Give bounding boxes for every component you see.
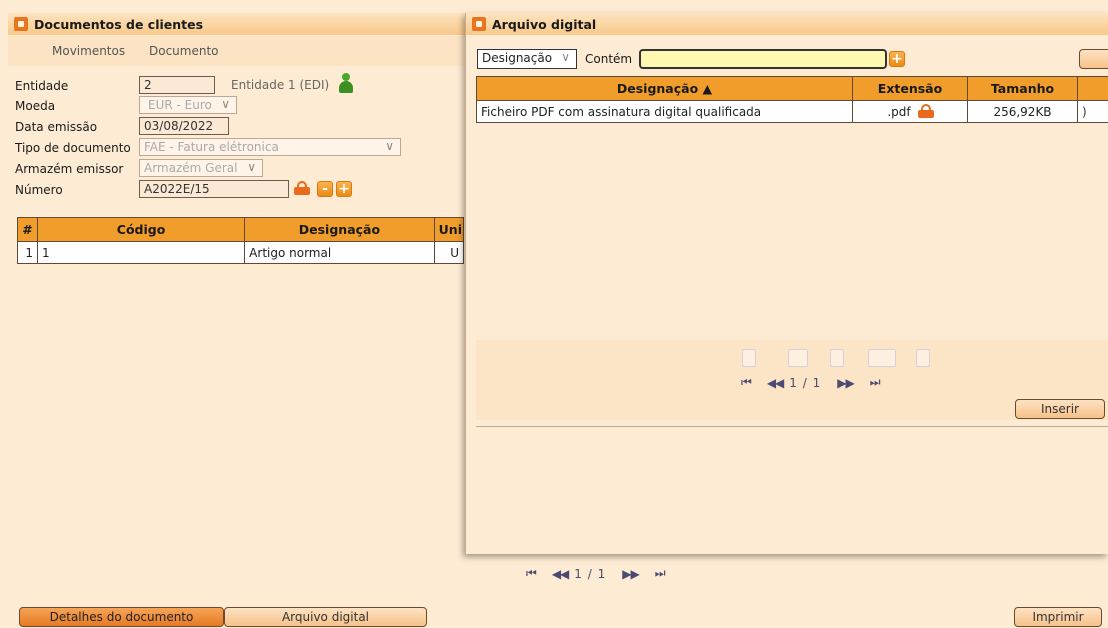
cell-number: 1 — [17, 241, 38, 264]
col-number[interactable]: # — [17, 217, 38, 242]
dialog-title-bar: Arquivo digital — [466, 13, 1108, 35]
minus-button[interactable]: - — [317, 181, 333, 197]
tab-arquivo-digital[interactable]: Arquivo digital — [224, 607, 427, 627]
numero-input[interactable]: A2022E/15 — [139, 180, 289, 198]
print-button[interactable]: Imprimir — [1014, 607, 1102, 627]
cell-unidade: U — [433, 241, 465, 264]
files-next-page-icon[interactable]: ▶▶ — [837, 376, 854, 390]
filter-field-select[interactable]: Designação — [477, 49, 577, 69]
col-file-extra — [1077, 76, 1108, 101]
filter-search-input[interactable] — [639, 49, 887, 69]
user-icon — [339, 73, 353, 93]
arquivo-digital-dialog: Arquivo digital Designação Contém + Desi… — [465, 13, 1108, 554]
files-pager: ⏮ ◀◀ 1 / 1 ▶▶ ⏭ — [741, 375, 896, 390]
filter-add-button[interactable]: + — [889, 51, 905, 67]
table-row[interactable]: Ficheiro PDF com assinatura digital qual… — [476, 100, 1108, 123]
moeda-label: Moeda — [15, 99, 56, 113]
cell-codigo: 1 — [36, 241, 246, 264]
tipo-documento-label: Tipo de documento — [15, 141, 131, 155]
cell-file-designacao: Ficheiro PDF com assinatura digital qual… — [476, 100, 853, 123]
moeda-select[interactable]: EUR - Euro — [139, 96, 237, 114]
table-row[interactable]: 1 1 Artigo normal U — [17, 241, 465, 264]
cell-file-extensao: .pdf — [852, 100, 968, 123]
tab-detalhes-documento[interactable]: Detalhes do documento — [19, 607, 224, 627]
col-codigo[interactable]: Código — [36, 217, 246, 242]
plus-button[interactable]: + — [336, 181, 352, 197]
page-next-icon — [868, 349, 896, 367]
page-current-icon — [830, 349, 844, 367]
files-page-indicator: 1 / 1 — [789, 375, 822, 390]
dialog-title: Arquivo digital — [492, 16, 597, 32]
files-last-page-icon[interactable]: ⏭ — [870, 375, 881, 390]
next-page-icon[interactable]: ▶▶ — [622, 567, 639, 581]
page-last-icon — [916, 349, 930, 367]
last-page-icon[interactable]: ⏭ — [655, 566, 666, 581]
dialog-divider — [476, 426, 1108, 427]
filter-contains-label: Contém — [585, 52, 633, 66]
lines-pager: ⏮ ◀◀ 1 / 1 ▶▶ ⏭ — [526, 566, 681, 581]
files-table-header: Designação ▲ Extensão Tamanho — [476, 76, 1108, 101]
menu-item-documento[interactable]: Documento — [149, 44, 219, 58]
window-icon — [14, 17, 28, 31]
cell-file-tamanho: 256,92KB — [967, 100, 1078, 123]
col-designacao[interactable]: Designação — [244, 217, 435, 242]
page-indicator: 1 / 1 — [574, 566, 607, 581]
first-page-icon[interactable]: ⏮ — [526, 566, 537, 581]
signed-lock-icon — [918, 104, 934, 118]
col-file-designacao[interactable]: Designação ▲ — [476, 76, 853, 101]
col-unidade[interactable]: Uni — [433, 217, 465, 242]
lines-table: # Código Designação Uni 1 1 Artigo norma… — [17, 217, 465, 264]
tipo-documento-select[interactable]: FAE - Fatura elétronica — [139, 138, 401, 156]
insert-button[interactable]: Inserir — [1015, 399, 1105, 419]
armazem-select[interactable]: Armazém Geral — [139, 159, 263, 177]
filter-action-button[interactable] — [1079, 49, 1108, 69]
lines-table-header: # Código Designação Uni — [17, 217, 465, 242]
lock-icon[interactable] — [294, 181, 310, 195]
numero-label: Número — [15, 183, 63, 197]
col-file-extensao[interactable]: Extensão — [852, 76, 968, 101]
entidade-name: Entidade 1 (EDI) — [231, 78, 330, 92]
prev-page-icon[interactable]: ◀◀ — [552, 567, 569, 581]
armazem-label: Armazém emissor — [15, 162, 124, 176]
files-first-page-icon[interactable]: ⏮ — [741, 375, 752, 390]
page-prev-icon — [788, 349, 808, 367]
files-prev-page-icon[interactable]: ◀◀ — [767, 376, 784, 390]
dialog-icon — [472, 17, 486, 31]
entidade-input[interactable]: 2 — [139, 76, 215, 94]
window-title: Documentos de clientes — [34, 16, 204, 32]
cell-designacao: Artigo normal — [244, 241, 435, 264]
menu-item-movimentos[interactable]: Movimentos — [52, 44, 125, 58]
cell-file-extra: ) — [1077, 100, 1108, 123]
col-file-tamanho[interactable]: Tamanho — [967, 76, 1078, 101]
entidade-label: Entidade — [15, 79, 69, 93]
data-emissao-input[interactable]: 03/08/2022 — [139, 117, 229, 135]
files-table: Designação ▲ Extensão Tamanho Ficheiro P… — [476, 76, 1108, 123]
data-emissao-label: Data emissão — [15, 120, 98, 134]
page-first-icon — [742, 349, 756, 367]
file-extension: .pdf — [887, 104, 911, 119]
